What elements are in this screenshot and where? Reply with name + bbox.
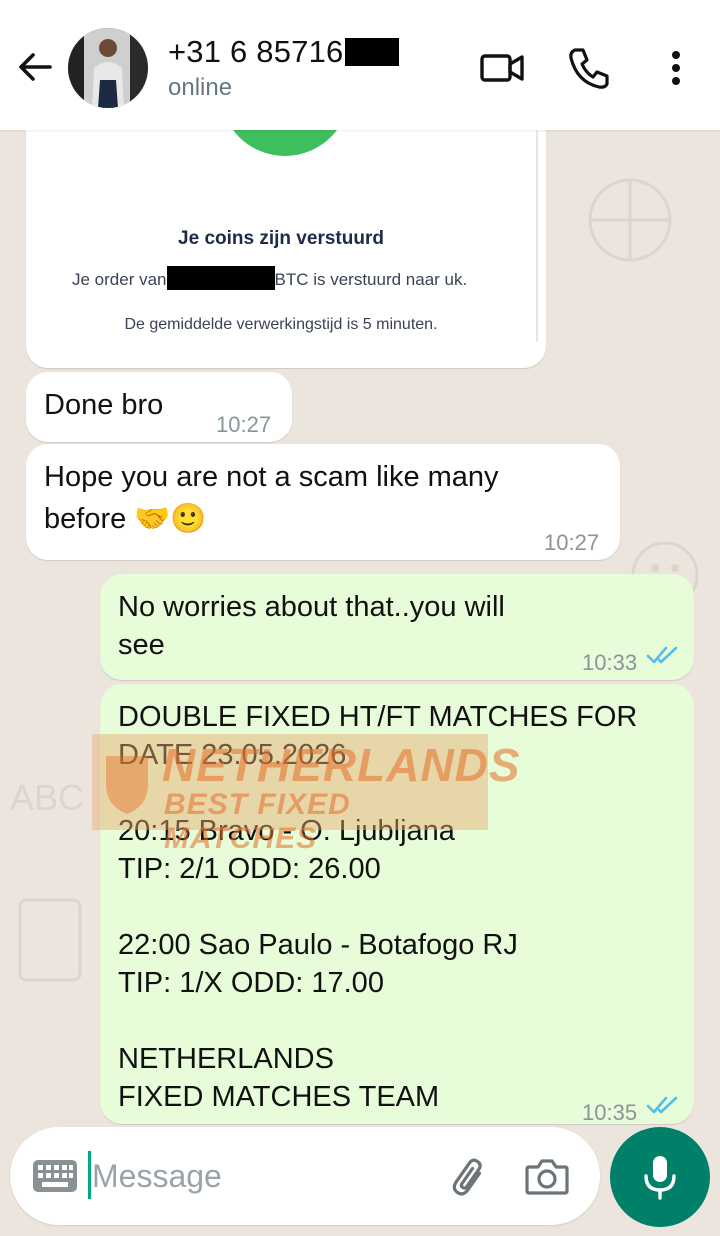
watermark-subtitle: BEST FIXED MATCHES: [164, 788, 351, 855]
message-line: 22:00 Sao Paulo - Botafogo RJ: [118, 929, 518, 961]
message-text-line2: see: [118, 629, 165, 661]
image-title: Je coins zijn verstuurd: [178, 228, 384, 249]
incoming-message[interactable]: Done bro 10:27: [26, 372, 292, 442]
voice-message-button[interactable]: [610, 1127, 710, 1227]
incoming-message[interactable]: Hope you are not a scam like many before…: [26, 444, 620, 560]
redaction-bar: [345, 38, 400, 66]
chat-header: +31 6 85716 online: [0, 0, 720, 130]
read-receipt-icon: [646, 646, 678, 664]
message-line: [118, 888, 637, 926]
message-text-line2: before 🤝🙂: [44, 500, 207, 538]
order-prefix: Je order van: [72, 270, 167, 289]
camera-icon[interactable]: [524, 1155, 570, 1197]
voice-call-icon[interactable]: [565, 44, 613, 92]
contact-name[interactable]: +31 6 85716: [168, 34, 400, 70]
success-badge-icon: [220, 130, 350, 156]
message-line: DOUBLE FIXED HT/FT MATCHES FOR: [118, 701, 638, 733]
contact-number: +31 6 85716: [168, 34, 344, 69]
svg-text:ABC: ABC: [10, 777, 84, 818]
message-time: 10:27: [544, 530, 600, 555]
message-time: 10:33: [582, 650, 638, 675]
contact-status: online: [168, 74, 233, 101]
more-options-icon[interactable]: [652, 44, 700, 92]
message-time: 10:27: [216, 412, 272, 437]
contact-avatar[interactable]: [68, 28, 148, 108]
redaction-bar: [166, 266, 275, 290]
watermark: NETHERLANDS BEST FIXED MATCHES: [92, 734, 520, 855]
doodle-icon: [18, 898, 82, 982]
watermark-title: NETHERLANDS: [162, 739, 521, 791]
video-call-icon[interactable]: [478, 44, 526, 92]
message-text-line1: No worries about that..you will: [118, 591, 505, 623]
emoji-handshake-smile-icon: 🤝🙂: [134, 503, 207, 535]
message-line: TIP: 1/X ODD: 17.00: [118, 967, 384, 999]
image-message[interactable]: Je coins zijn verstuurd Je order van BTC …: [26, 130, 546, 368]
microphone-icon: [644, 1156, 676, 1200]
message-text-word: before: [44, 503, 127, 535]
message-text-line1: Hope you are not a scam like many: [44, 461, 499, 493]
attach-icon[interactable]: [446, 1155, 494, 1199]
message-line: [118, 1002, 637, 1040]
read-receipt-icon: [646, 1096, 678, 1114]
image-message-content: Je coins zijn verstuurd Je order van BTC …: [26, 130, 538, 342]
image-order-line: Je order van BTC is verstuurd naar uk.: [72, 266, 467, 290]
keyboard-icon[interactable]: [32, 1159, 78, 1193]
back-arrow-icon[interactable]: [14, 46, 56, 88]
message-input[interactable]: [92, 1151, 422, 1201]
message-text: Done bro: [44, 389, 164, 421]
message-time: 10:35: [582, 1100, 638, 1125]
outgoing-message[interactable]: No worries about that..you will see 10:3…: [100, 574, 694, 680]
doodle-icon: ABC: [10, 777, 84, 818]
message-composer: [10, 1127, 600, 1225]
message-line: NETHERLANDS: [118, 1043, 334, 1075]
order-suffix: BTC is verstuurd naar uk.: [274, 270, 468, 289]
avatar-photo: [68, 28, 148, 108]
text-cursor: [88, 1151, 91, 1199]
image-note: De gemiddelde verwerkingstijd is 5 minut…: [124, 316, 438, 333]
doodle-icon: [588, 178, 672, 262]
message-line: FIXED MATCHES TEAM: [118, 1081, 440, 1113]
lion-crest-icon: [106, 756, 148, 814]
